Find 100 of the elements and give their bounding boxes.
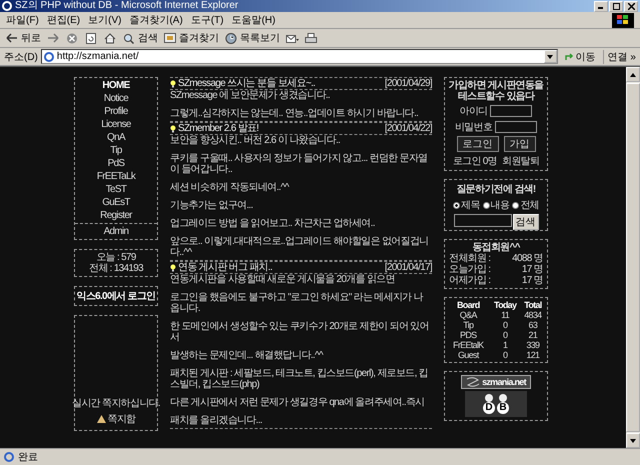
page-icon: [4, 452, 14, 462]
menu-item[interactable]: 즐겨찾기(A): [129, 13, 183, 27]
search-button[interactable]: 검색: [123, 31, 158, 45]
withdraw-link[interactable]: 회원탈퇴: [502, 154, 540, 168]
refresh-button[interactable]: [85, 32, 98, 44]
down-arrow-icon: [630, 438, 636, 442]
radio-button[interactable]: [482, 202, 490, 208]
go-arrow-icon: [564, 52, 574, 61]
nav-link[interactable]: Profile: [104, 105, 128, 118]
post-paragraph: 보안을 향상시킨.. 버전 2.6 이 나왔습니다..: [170, 135, 342, 146]
caret-icon: [547, 54, 554, 58]
nav-link[interactable]: Tip: [110, 144, 122, 157]
counter-text: 전체 : 134193: [88, 263, 143, 274]
go-button[interactable]: 이동: [560, 50, 600, 64]
password-input[interactable]: [495, 121, 538, 133]
nav-link[interactable]: QnA: [107, 131, 125, 144]
table-cell: 11: [490, 310, 521, 320]
radio-label: 제목: [461, 199, 480, 212]
search-button[interactable]: 검색: [512, 214, 538, 230]
print-button[interactable]: [305, 32, 318, 44]
close-button[interactable]: [624, 0, 638, 12]
forward-button[interactable]: [47, 32, 60, 44]
password-label: 비밀번호: [454, 121, 492, 134]
post-paragraph: 연동게시판을 사용할때 새로운 게시물을 20개를 읽으면: [170, 274, 396, 285]
status-text: 완료: [18, 451, 38, 464]
home-button[interactable]: [104, 32, 117, 44]
maximize-button[interactable]: [609, 0, 623, 12]
address-field[interactable]: http://szmania.net/: [40, 49, 558, 64]
history-icon: [225, 32, 238, 44]
close-icon: [628, 2, 634, 10]
counter-text: 오늘 : 579: [96, 252, 136, 263]
table-cell-text: 0: [502, 330, 509, 340]
ie-login-link[interactable]: 익스6.0에서 로그인: [74, 286, 158, 306]
post-paragraph: 발생하는 문제인데... 해결했답니다..^^: [170, 350, 324, 361]
login-heading: 테스트할수 있읍다: [458, 91, 534, 102]
login-button[interactable]: 로그인: [456, 136, 498, 152]
search-input[interactable]: [454, 214, 512, 227]
dropdown-button[interactable]: [544, 50, 557, 63]
member-count: 17 명: [522, 264, 543, 275]
join-button[interactable]: 가입: [504, 136, 536, 152]
table-cell-text: 1: [502, 340, 508, 350]
scrollbar[interactable]: [626, 67, 640, 448]
menu-item[interactable]: 보기(V): [88, 13, 122, 27]
post-paragraph: SZmessage 에 보안문제가 생겼습니다..: [170, 90, 331, 101]
table-cell-text: 4834: [523, 310, 543, 320]
menu-item[interactable]: 편집(E): [46, 13, 80, 27]
post-paragraph: 쿠키를 구울때.. 사용자의 정보가 들어가지 않고... 런덤한 문자열이 들어갑니다..: [170, 153, 428, 175]
id-input[interactable]: [490, 105, 532, 117]
links-button[interactable]: 연결 »: [602, 50, 636, 64]
table-cell-text: 339: [525, 340, 540, 350]
menu-item[interactable]: 파일(F): [6, 13, 39, 27]
nav-link[interactable]: FrEETaLk: [96, 170, 136, 183]
menu-item[interactable]: 도구(T): [190, 13, 224, 27]
bulb-icon: [170, 80, 176, 88]
favorites-button[interactable]: 즐겨찾기: [164, 31, 219, 45]
nav-link[interactable]: Notice: [104, 92, 128, 105]
post-title-link[interactable]: SZmessage 쓰시는 분들 보세요~..: [178, 78, 315, 89]
post-paragraph: 기능추가는 없구여...: [170, 200, 254, 211]
history-button[interactable]: 목록보기: [225, 31, 280, 45]
nav-link[interactable]: TeST: [106, 183, 126, 196]
nav-link[interactable]: License: [101, 118, 131, 131]
stop-button[interactable]: [66, 32, 79, 44]
admin-link[interactable]: Admin: [104, 225, 128, 238]
bulb-icon: [170, 124, 176, 132]
window-title: SZ의 PHP without DB - Microsoft Internet Explorer: [15, 0, 238, 12]
table-cell-text: PDS: [459, 330, 478, 340]
post-paragraph: 그렇게..심각하지는 않는데.. 연능..업데이트 하시기 바랍니다..: [170, 108, 420, 119]
radio-button[interactable]: [453, 202, 460, 208]
home-icon: [104, 32, 117, 44]
post-title-link[interactable]: 연동 게시판 버그 패치..: [178, 262, 272, 273]
printer-icon: [305, 32, 318, 44]
post-date: [2001/04/22]: [384, 123, 432, 134]
mail-button[interactable]: [286, 32, 299, 44]
mail-icon: [286, 32, 299, 44]
favorites-icon: [164, 32, 177, 44]
post-paragraph: 로그인을 했음에도 불구하고 "로그인 하세요" 라는 메세지가 나옵니다.: [170, 292, 424, 314]
post-title-link[interactable]: SZmember 2.6 발표!: [178, 123, 258, 134]
post-paragraph: 업그레이드 방법 을 읽어보고.. 차근차근 업하세여..: [170, 218, 376, 229]
members-title: 동접회원^^: [472, 242, 520, 253]
member-count: 4088 명: [512, 253, 543, 264]
column-header: Board: [456, 300, 481, 310]
back-button[interactable]: 뒤로: [6, 31, 41, 45]
nav-link[interactable]: HOME: [102, 79, 130, 92]
menu-item[interactable]: 도움말(H): [232, 13, 276, 27]
radio-button[interactable]: [512, 202, 520, 208]
column-header: Total: [523, 300, 543, 310]
nav-link[interactable]: Register: [100, 209, 132, 222]
nav-link[interactable]: PdS: [108, 157, 124, 170]
inbox-link[interactable]: 쪽지함: [108, 412, 136, 426]
search-title: 질문하기전에 검색!: [456, 183, 536, 196]
maximize-icon: [612, 2, 620, 10]
table-cell-text: Guest: [457, 350, 480, 360]
column-header: Today: [492, 300, 518, 310]
nav-link[interactable]: GuEsT: [102, 196, 130, 209]
login-heading: 가입하면 게시판연동을: [448, 80, 544, 91]
site-banner[interactable]: szmania.net: [461, 375, 531, 389]
minimize-button[interactable]: [594, 0, 608, 12]
post-paragraph: 앞으로.. 이렇게.대대적으로..업그레이드 해야할일은 없어질겁니다..^^: [170, 236, 430, 258]
post-date: [2001/04/29]: [384, 78, 432, 89]
post-paragraph: 다른 게시판에서 저런 문제가 생길경우 qna에 올려주세여..즉시: [170, 397, 426, 408]
